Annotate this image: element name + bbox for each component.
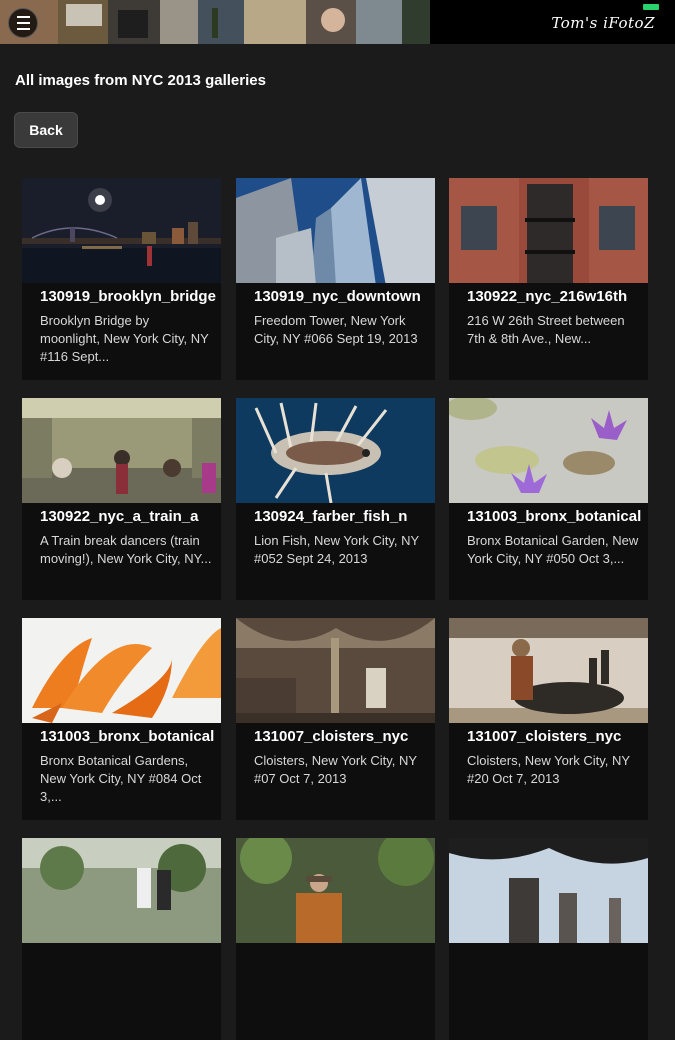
gallery-card[interactable]: 130919_nyc_downtown Freedom Tower, New Y… bbox=[236, 178, 435, 380]
card-description: Freedom Tower, New York City, NY #066 Se… bbox=[254, 313, 418, 346]
photo-thumbnail bbox=[449, 618, 648, 726]
card-title: 131007_cloisters_nyc bbox=[449, 723, 648, 749]
gallery-card[interactable] bbox=[22, 838, 221, 1040]
photo-thumbnail bbox=[236, 178, 435, 286]
photo-thumbnail bbox=[236, 618, 435, 726]
gallery-card[interactable] bbox=[236, 838, 435, 1040]
card-title: 131003_bronx_botanical bbox=[449, 503, 648, 529]
battery-indicator-icon bbox=[643, 4, 659, 10]
gallery-card[interactable]: 131007_cloisters_nyc Cloisters, New York… bbox=[236, 618, 435, 820]
photo-thumbnail bbox=[22, 838, 221, 946]
brand-logo: Tom's iFotoZ bbox=[551, 14, 655, 32]
photo-thumbnail bbox=[449, 838, 648, 946]
photo-thumbnail bbox=[236, 398, 435, 506]
gallery-card[interactable]: 130922_nyc_216w16th 216 W 26th Street be… bbox=[449, 178, 648, 380]
back-button[interactable]: Back bbox=[14, 112, 78, 148]
gallery-card[interactable]: 130924_farber_fish_n Lion Fish, New York… bbox=[236, 398, 435, 600]
app-header: Tom's iFotoZ bbox=[0, 0, 675, 44]
card-description: Bronx Botanical Garden, New York City, N… bbox=[467, 533, 639, 566]
header-photo-strip bbox=[0, 0, 430, 44]
photo-strip-image bbox=[0, 0, 430, 44]
page-title: All images from NYC 2013 galleries bbox=[15, 72, 266, 89]
photo-thumbnail bbox=[22, 398, 221, 506]
card-title: 130919_brooklyn_bridge bbox=[22, 283, 221, 309]
card-title bbox=[22, 943, 221, 969]
gallery-card[interactable] bbox=[449, 838, 648, 1040]
card-title bbox=[236, 943, 435, 969]
card-description: Cloisters, New York City, NY #20 Oct 7, … bbox=[467, 753, 630, 786]
hamburger-menu-icon bbox=[16, 14, 30, 32]
card-description: Lion Fish, New York City, NY #052 Sept 2… bbox=[254, 533, 419, 566]
gallery-card[interactable]: 131003_bronx_botanical Bronx Botanical G… bbox=[22, 618, 221, 820]
photo-thumbnail bbox=[449, 178, 648, 286]
card-title: 131003_bronx_botanical bbox=[22, 723, 221, 749]
card-description: Brooklyn Bridge by moonlight, New York C… bbox=[40, 313, 209, 364]
photo-thumbnail bbox=[449, 398, 648, 506]
menu-button[interactable] bbox=[8, 8, 38, 38]
card-description: 216 W 26th Street between 7th & 8th Ave.… bbox=[467, 313, 625, 346]
card-description: A Train break dancers (train moving!), N… bbox=[40, 533, 212, 566]
gallery-card[interactable]: 130919_brooklyn_bridge Brooklyn Bridge b… bbox=[22, 178, 221, 380]
gallery-card[interactable]: 130922_nyc_a_train_a A Train break dance… bbox=[22, 398, 221, 600]
card-title: 130924_farber_fish_n bbox=[236, 503, 435, 529]
photo-thumbnail bbox=[22, 178, 221, 286]
gallery-card[interactable]: 131003_bronx_botanical Bronx Botanical G… bbox=[449, 398, 648, 600]
card-description: Cloisters, New York City, NY #07 Oct 7, … bbox=[254, 753, 417, 786]
gallery-card[interactable]: 131007_cloisters_nyc Cloisters, New York… bbox=[449, 618, 648, 820]
card-title bbox=[449, 943, 648, 969]
card-title: 130922_nyc_216w16th bbox=[449, 283, 648, 309]
photo-thumbnail bbox=[236, 838, 435, 946]
card-title: 131007_cloisters_nyc bbox=[236, 723, 435, 749]
card-title: 130919_nyc_downtown bbox=[236, 283, 435, 309]
card-description: Bronx Botanical Gardens, New York City, … bbox=[40, 753, 202, 804]
photo-thumbnail bbox=[22, 618, 221, 726]
card-title: 130922_nyc_a_train_a bbox=[22, 503, 221, 529]
